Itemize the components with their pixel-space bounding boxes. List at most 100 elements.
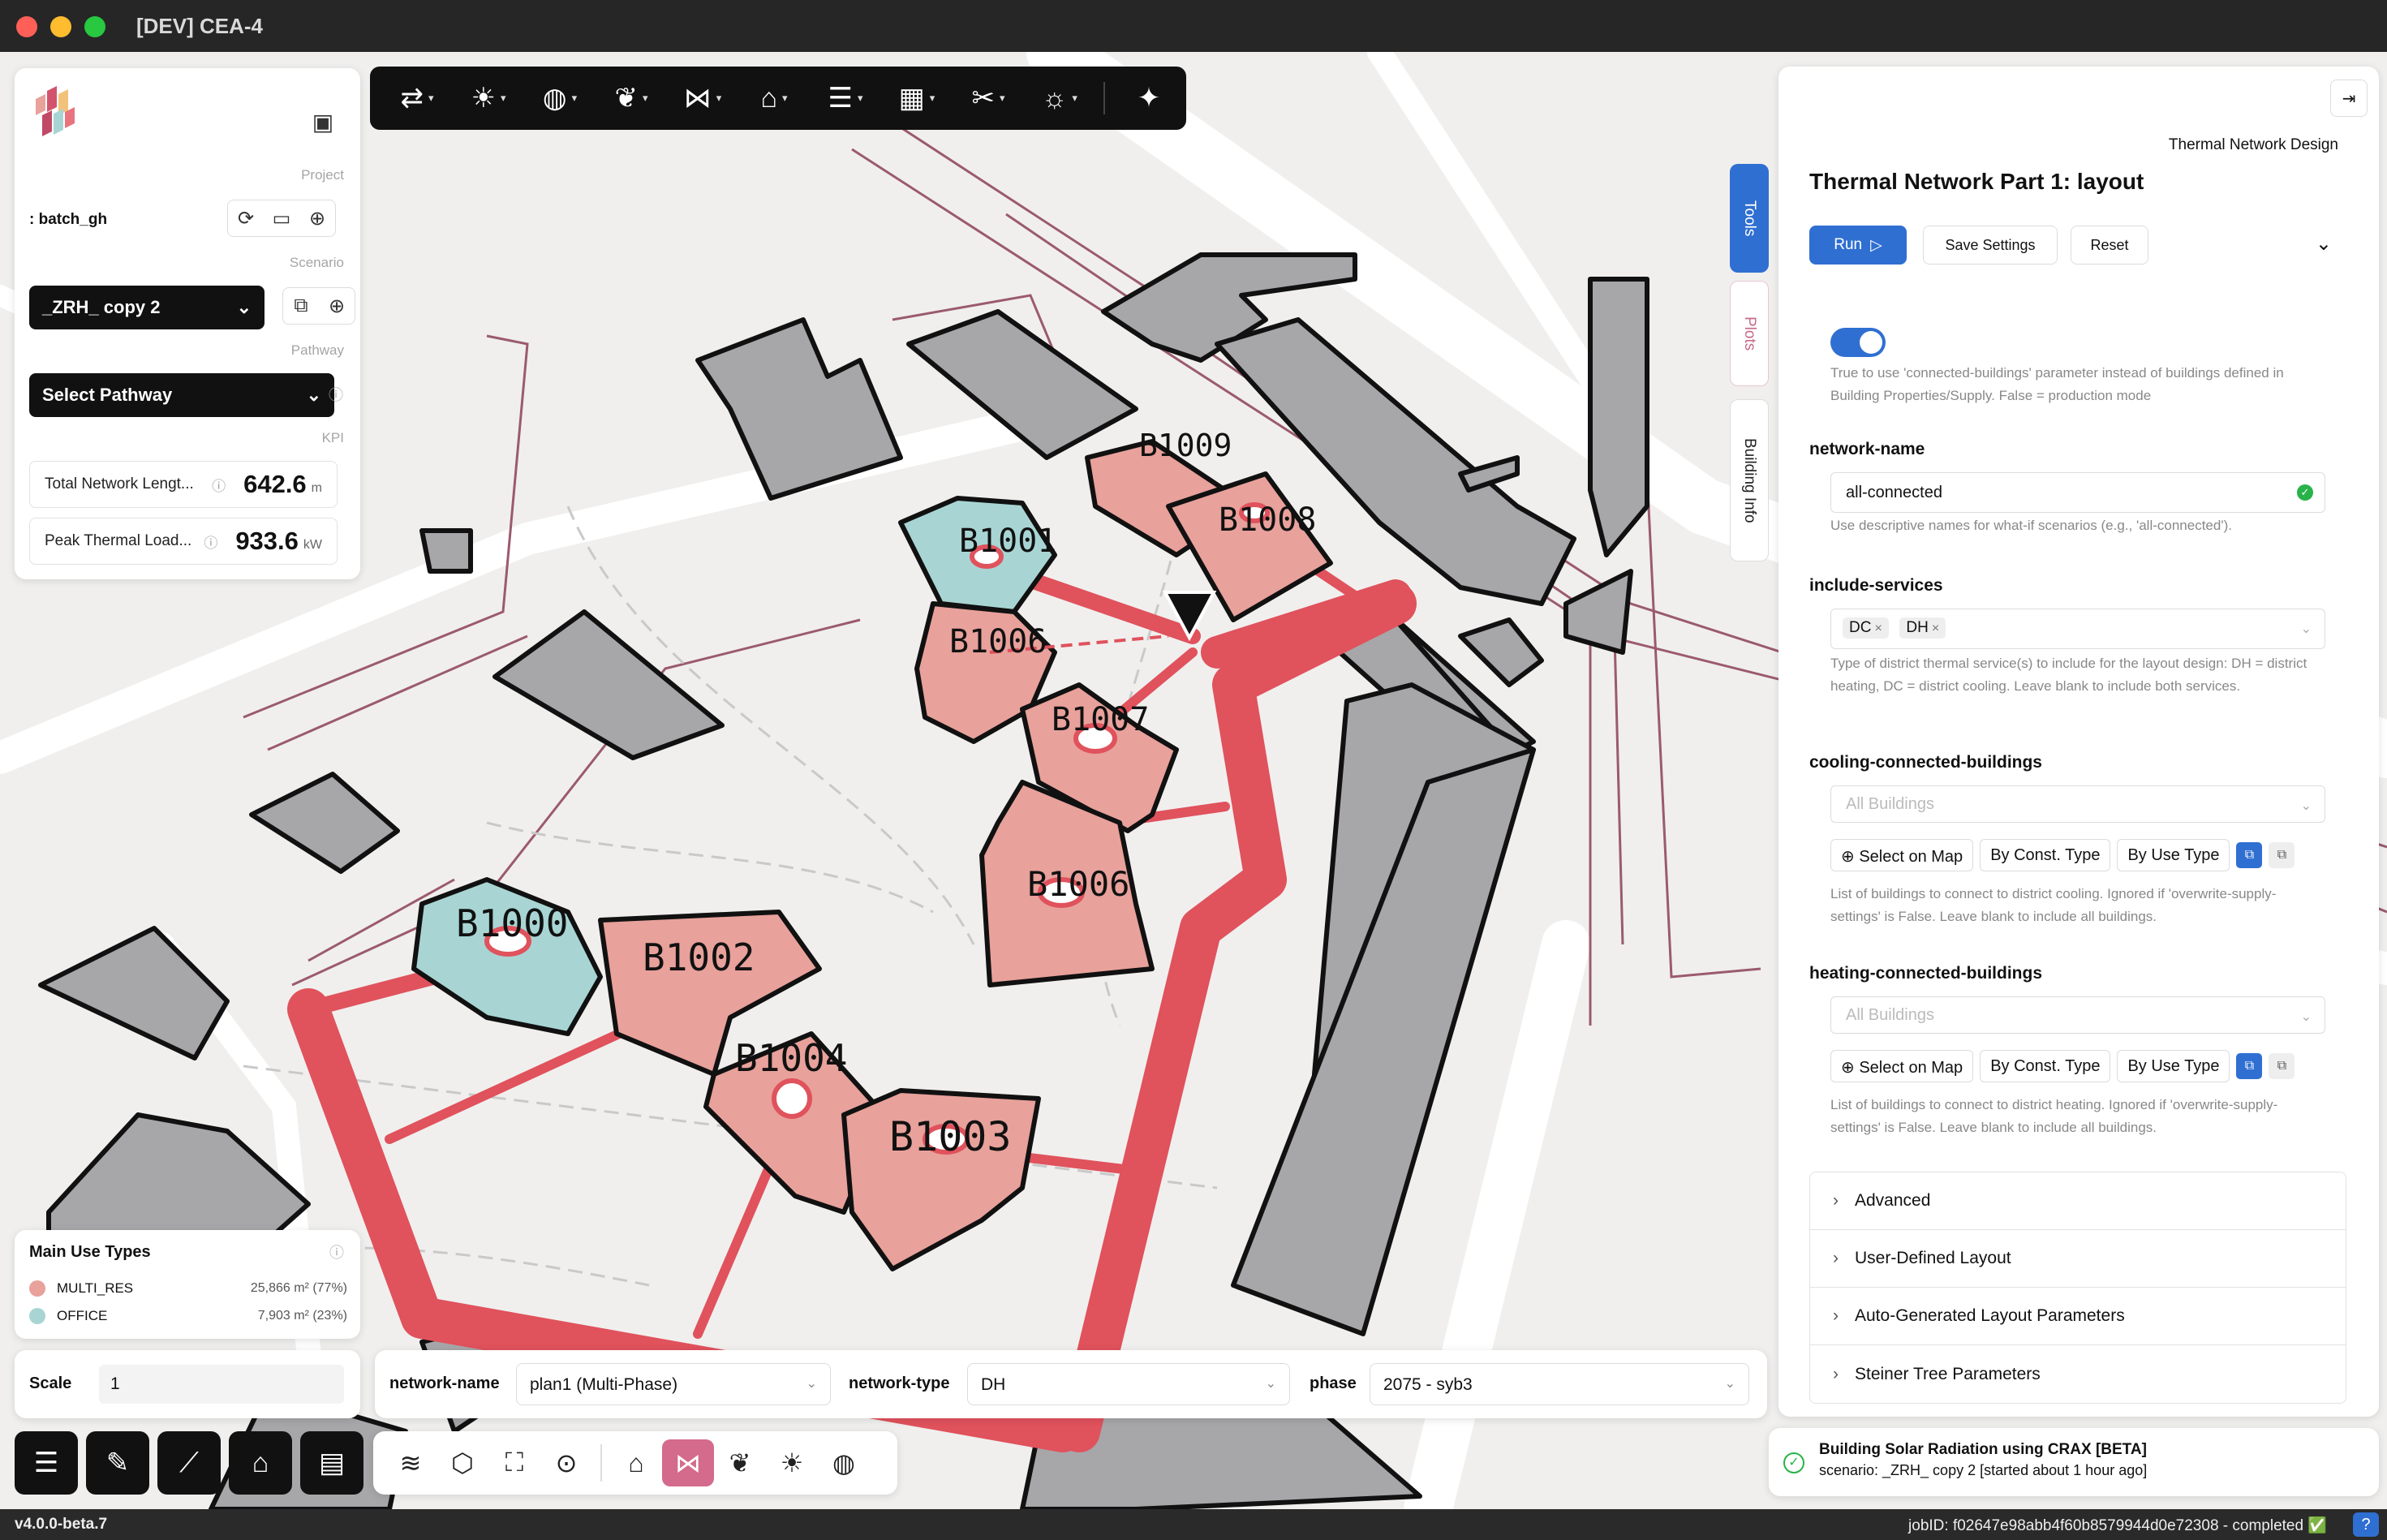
tab-tools[interactable]: Tools [1730,164,1769,273]
tab-building-info[interactable]: Building Info [1730,399,1769,561]
network-layer-icon[interactable]: ⋈ [662,1439,714,1486]
heating-buildings-select[interactable]: All Buildings ⌄ [1830,996,2325,1034]
duplicate-icon[interactable]: ⧉ [283,288,319,324]
info-icon[interactable]: ⓘ [204,531,217,552]
compass-icon[interactable]: ⊙ [540,1439,592,1486]
refresh-icon[interactable]: ⟳ [228,200,264,236]
reset-button[interactable]: Reset [2071,226,2148,265]
lightbulb-icon[interactable]: ☼ ▾ [1024,74,1095,123]
label-b1000: B1000 [456,901,568,945]
pathway-select[interactable]: Select Pathway ⌄ [29,373,334,417]
copy-icon[interactable]: ⧉ [2236,842,2263,868]
service-chip[interactable]: DH × [1899,617,1946,639]
remove-icon[interactable]: × [1932,622,1939,635]
leaf-icon[interactable]: ❦ ▾ [596,74,667,123]
sun-icon[interactable]: ☀ ▾ [453,74,524,123]
chevron-right-icon: › [1833,1364,1839,1383]
scale-panel: Scale 1 [15,1350,360,1418]
chevron-down-icon: ⌄ [1724,1377,1735,1391]
button-label: Select on Map [1859,848,1963,866]
network-name-select[interactable]: plan1 (Multi-Phase) ⌄ [516,1363,831,1405]
cooling-select-on-map-button[interactable]: ⊕ Select on Map [1830,839,1974,871]
network-type-select[interactable]: DH ⌄ [967,1363,1290,1405]
collapse-panel-icon[interactable]: ⇥ [2330,80,2368,117]
info-icon[interactable]: ⓘ [212,475,226,495]
scenario-select[interactable]: _ZRH_ copy 2 ⌄ [29,286,265,329]
info-icon[interactable]: ⓘ [325,383,347,406]
network-icon[interactable]: ⋈ ▾ [667,74,738,123]
tag-icon[interactable]: ⌂ ▾ [738,74,810,123]
sliders-icon[interactable]: ☰ ▾ [810,74,881,123]
label-b1009: B1009 [1139,428,1232,463]
section-auto-generated-layout[interactable]: › Auto-Generated Layout Parameters [1810,1288,2346,1345]
overwrite-supply-toggle[interactable] [1830,328,1886,357]
network-name-input-value: all-connected [1846,484,1942,501]
add-project-icon[interactable]: ⊕ [299,200,335,236]
close-window-button[interactable] [16,16,37,37]
info-icon[interactable]: ⓘ [326,1241,347,1263]
network-name-field-label: network-name [1809,440,1925,458]
maximize-window-button[interactable] [84,16,105,37]
globe-icon[interactable]: ◍ ▾ [524,74,596,123]
include-services-label: include-services [1809,576,1943,595]
layers-icon[interactable]: ≋ [385,1439,437,1486]
label-b1006-alt: B1006 [1027,864,1129,904]
heating-by-use-type-button[interactable]: By Use Type [2117,1050,2230,1082]
cooling-by-use-type-button[interactable]: By Use Type [2117,839,2230,871]
calculator-icon[interactable]: ▦ ▾ [881,74,953,123]
chart-icon[interactable]: ⟋ [157,1431,221,1495]
chevron-down-icon[interactable]: ⌄ [2316,232,2332,256]
network-name-input[interactable]: all-connected ✓ [1830,472,2325,513]
include-services-help: Type of district thermal service(s) to i… [1830,656,2307,694]
list-icon[interactable]: ☰ [15,1431,78,1495]
tools-icon[interactable]: ✂ ▾ [953,74,1024,123]
tab-plots[interactable]: Plots [1730,281,1769,386]
help-icon[interactable]: ? [2353,1512,2379,1537]
chevron-right-icon: › [1833,1306,1839,1325]
tag-layer-icon[interactable]: ⌂ [610,1439,662,1486]
section-steiner-tree[interactable]: › Steiner Tree Parameters [1810,1345,2346,1403]
cooling-by-const-type-button[interactable]: By Const. Type [1980,839,2111,871]
folder-icon[interactable]: ▭ [264,200,299,236]
kpi-unit: m [311,481,322,495]
document-icon[interactable]: ▤ [300,1431,363,1495]
label-b1002: B1002 [643,936,755,979]
app-dock: ☰ ✎ ⟋ ⌂ ▤ [15,1431,363,1495]
sparkle-icon[interactable]: ✦ [1113,74,1185,123]
parameter-sections: › Advanced › User-Defined Layout › Auto-Gen… [1809,1172,2346,1404]
service-chip[interactable]: DC × [1843,617,1889,639]
remove-icon[interactable]: × [1874,622,1882,635]
section-user-defined-layout[interactable]: › User-Defined Layout [1810,1230,2346,1288]
title-bar: [DEV] CEA-4 [0,0,2387,52]
arrows-swap-icon[interactable]: ⇄ ▾ [381,74,453,123]
paste-icon[interactable]: ⧉ [2269,842,2295,868]
include-services-select[interactable]: DC × DH × ⌄ [1830,609,2325,649]
paste-icon[interactable]: ⧉ [2269,1053,2295,1079]
run-button[interactable]: Run ▷ [1809,226,1907,265]
network-name-label: network-name [389,1374,500,1392]
heating-by-const-type-button[interactable]: By Const. Type [1980,1050,2111,1082]
leaf-layer-icon[interactable]: ❦ [714,1439,766,1486]
sun-layer-icon[interactable]: ☀ [766,1439,818,1486]
job-notification[interactable]: ✓ Building Solar Radiation using CRAX [B… [1769,1428,2379,1496]
phase-value: 2075 - syb3 [1383,1375,1473,1394]
section-advanced[interactable]: › Advanced [1810,1172,2346,1230]
save-settings-button[interactable]: Save Settings [1923,226,2058,265]
chevron-right-icon: › [1833,1249,1839,1267]
check-icon: ✓ [2297,484,2313,501]
copy-icon[interactable]: ⧉ [2236,1053,2263,1079]
kpi-value: 933.6 [235,527,299,555]
add-scenario-icon[interactable]: ⊕ [319,288,355,324]
phase-select[interactable]: 2075 - syb3 ⌄ [1370,1363,1749,1405]
tag-edit-icon[interactable]: ⌂ [229,1431,292,1495]
heating-select-on-map-button[interactable]: ⊕ Select on Map [1830,1050,1974,1082]
minimize-window-button[interactable] [50,16,71,37]
tab-tools-label: Tools [1741,200,1758,237]
cooling-buildings-select[interactable]: All Buildings ⌄ [1830,785,2325,823]
scale-input[interactable]: 1 [99,1365,344,1404]
focus-icon[interactable]: ⛶ [488,1439,540,1486]
cube-icon[interactable]: ⬡ [437,1439,488,1486]
globe-layer-icon[interactable]: ◍ [818,1439,870,1486]
pen-icon[interactable]: ✎ [86,1431,149,1495]
layout-icon[interactable]: ▣ [305,104,341,140]
